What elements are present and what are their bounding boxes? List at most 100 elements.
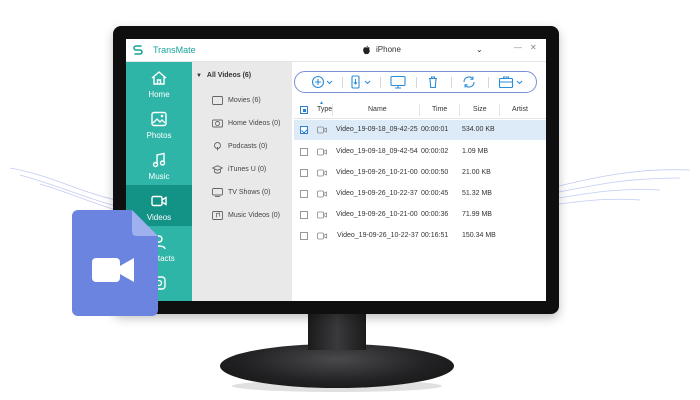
column-divider xyxy=(499,104,500,116)
video-file-icon xyxy=(317,126,327,134)
cell-size: 71.99 MB xyxy=(462,211,492,218)
cell-time: 00:00:01 xyxy=(421,126,449,133)
video-file-icon xyxy=(317,211,327,219)
itunes-u-icon xyxy=(212,165,223,174)
column-divider xyxy=(419,104,420,116)
refresh-button[interactable] xyxy=(461,75,477,89)
export-to-pc-button[interactable] xyxy=(389,75,407,89)
movie-icon xyxy=(212,96,223,105)
toolbox-button[interactable] xyxy=(498,75,526,89)
sidebar-item-label: Music xyxy=(148,172,170,181)
toolbar-separator xyxy=(342,77,343,88)
category-header-label: All Videos (6) xyxy=(206,72,252,79)
column-header-time[interactable]: Time xyxy=(432,106,447,113)
column-divider xyxy=(332,104,333,116)
toolbar-separator xyxy=(488,77,489,88)
expand-triangle-icon: ▼ xyxy=(196,73,202,79)
export-to-device-button[interactable] xyxy=(349,75,375,89)
video-file-badge-icon xyxy=(72,210,158,316)
cell-time: 00:00:02 xyxy=(421,148,449,155)
table-row[interactable]: Video_19-09-26_10-22-37 00:00:45 51.32 M… xyxy=(294,184,546,204)
cell-time: 00:00:36 xyxy=(421,211,449,218)
refresh-icon xyxy=(463,76,475,88)
category-label: Home Videos (0) xyxy=(228,120,281,127)
video-file-icon xyxy=(317,169,327,177)
sidebar-item-label: Home xyxy=(148,90,170,99)
table-row[interactable]: Video_19-09-26_10-22-37 00:16:51 150.34 … xyxy=(294,226,546,246)
tv-icon xyxy=(212,188,223,197)
column-divider xyxy=(459,104,460,116)
video-file-icon xyxy=(317,232,327,240)
home-icon xyxy=(151,71,167,85)
video-file-icon xyxy=(317,148,327,156)
cell-name: Video_19-09-18_09-42-25 xyxy=(336,126,418,133)
toolbar-separator xyxy=(416,77,417,88)
video-icon xyxy=(151,195,167,207)
sidebar-item-photos[interactable]: Photos xyxy=(126,103,192,144)
minimize-icon[interactable]: — xyxy=(514,43,522,52)
row-checkbox[interactable] xyxy=(300,211,308,219)
column-header-type[interactable]: Type xyxy=(317,106,332,113)
table-row[interactable]: Video_19-09-26_10-21-00 00:00:50 21.00 K… xyxy=(294,163,546,183)
cell-name: Video_19-09-26_10-21-00 xyxy=(336,169,418,176)
column-header-artist[interactable]: Artist xyxy=(512,106,528,113)
cell-time: 00:16:51 xyxy=(421,232,449,239)
select-all-checkbox[interactable] xyxy=(300,106,308,114)
title-bar: TransMate iPhone ⌄ — ✕ xyxy=(126,39,546,62)
row-checkbox[interactable] xyxy=(300,126,308,134)
row-checkbox[interactable] xyxy=(300,232,308,240)
home-video-icon xyxy=(212,119,223,128)
cell-name: Video_19-09-18_09-42-54 xyxy=(336,148,418,155)
transmate-logo-icon xyxy=(133,45,143,55)
stage: TransMate iPhone ⌄ — ✕ Home Photos Music xyxy=(0,0,700,400)
table-row[interactable]: Video_19-09-18_09-42-25 00:00:01 534.00 … xyxy=(294,120,546,140)
table-row[interactable]: Video_19-09-18_09-42-54 00:00:02 1.09 MB xyxy=(294,142,546,162)
app-name: TransMate xyxy=(153,45,196,55)
podcast-icon xyxy=(214,142,221,151)
toolbox-icon xyxy=(498,76,523,89)
toolbar-separator xyxy=(380,77,381,88)
category-header[interactable]: ▼ All Videos (6) xyxy=(196,72,251,79)
row-checkbox[interactable] xyxy=(300,190,308,198)
cell-time: 00:00:45 xyxy=(421,190,449,197)
row-checkbox[interactable] xyxy=(300,148,308,156)
table-row[interactable]: Video_19-09-26_10-21-00 00:00:36 71.99 M… xyxy=(294,205,546,225)
sidebar-item-music[interactable]: Music xyxy=(126,144,192,185)
monitor-neck xyxy=(308,314,366,350)
category-label: iTunes U (0) xyxy=(228,166,267,173)
add-button[interactable] xyxy=(311,75,337,89)
cell-size: 534.00 KB xyxy=(462,126,495,133)
export-to-device-icon xyxy=(351,75,371,89)
category-label: Podcasts (0) xyxy=(228,143,268,150)
column-header-size[interactable]: Size xyxy=(473,106,487,113)
sidebar-item-label: Photos xyxy=(146,131,172,140)
cell-name: Video_19-09-26_10-22-37 xyxy=(336,190,418,197)
add-icon xyxy=(311,75,333,89)
cell-name: Video_19-09-26_10-21-00 xyxy=(336,211,418,218)
cell-name: Video_19-09-26_10-22-37 xyxy=(337,232,419,239)
row-checkbox[interactable] xyxy=(300,169,308,177)
column-header-name[interactable]: Name xyxy=(368,106,387,113)
sidebar-item-home[interactable]: Home xyxy=(126,62,192,103)
category-label: Music Videos (0) xyxy=(228,212,281,219)
delete-button[interactable] xyxy=(426,75,440,89)
close-icon[interactable]: ✕ xyxy=(530,43,537,52)
app-window: TransMate iPhone ⌄ — ✕ Home Photos Music xyxy=(126,39,546,301)
device-name[interactable]: iPhone xyxy=(376,45,401,54)
cell-size: 150.34 MB xyxy=(462,232,496,239)
toolbar xyxy=(294,71,537,93)
photos-icon xyxy=(151,111,167,127)
category-label: TV Shows (0) xyxy=(228,189,271,196)
cell-size: 51.32 MB xyxy=(462,190,492,197)
cell-time: 00:00:50 xyxy=(421,169,449,176)
video-file-icon xyxy=(317,190,327,198)
cell-size: 21.00 KB xyxy=(462,169,491,176)
monitor-base xyxy=(220,344,454,388)
delete-icon xyxy=(429,76,437,89)
category-label: Movies (6) xyxy=(228,97,261,104)
table-header: ▲ Type Name Time Size Artist xyxy=(294,100,546,119)
device-dropdown-chevron-icon[interactable]: ⌄ xyxy=(476,45,483,54)
export-to-pc-icon xyxy=(390,75,406,89)
music-video-icon xyxy=(212,211,223,220)
category-panel: ▼ All Videos (6) Movies (6) Home Videos … xyxy=(192,62,292,301)
